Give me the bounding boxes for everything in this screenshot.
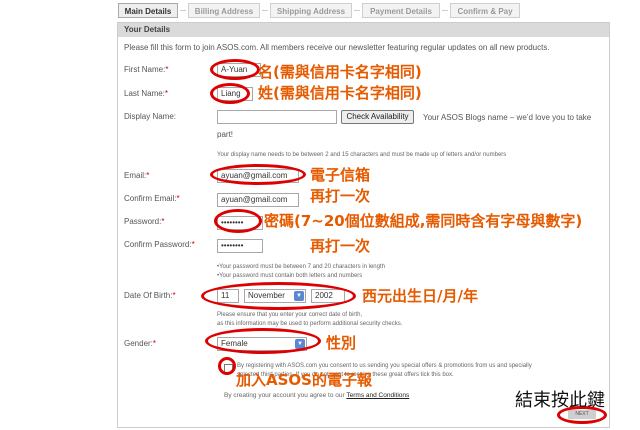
confirm-email-input[interactable]: ayuan@gmail.com xyxy=(217,193,299,207)
tab-shipping-address[interactable]: Shipping Address xyxy=(270,3,352,18)
dob-label: Date Of Birth:* xyxy=(124,291,176,300)
check-availability-button[interactable]: Check Availability xyxy=(341,110,414,124)
tab-separator xyxy=(354,10,360,11)
first-name-label: First Name:* xyxy=(124,65,169,74)
last-name-label: Last Name:* xyxy=(124,89,169,98)
annotation-confirm-email: 再打一次 xyxy=(310,187,371,205)
annotation-newsletter: 加入ASOS的電子報 xyxy=(236,371,372,389)
display-name-hint: Your display name needs to be between 2 … xyxy=(217,152,507,158)
tab-main-details[interactable]: Main Details xyxy=(118,3,178,18)
password-hint-chars: •Your password must contain both letters… xyxy=(217,273,363,279)
annotation-ring-first-name xyxy=(210,59,260,80)
tab-confirm-pay[interactable]: Confirm & Pay xyxy=(450,3,520,18)
annotation-ring-gender xyxy=(205,328,321,354)
terms-text: By creating your account you agree to ou… xyxy=(224,392,410,399)
password-hint-length: •Your password must be between 7 and 20 … xyxy=(217,264,385,270)
panel-title: Your Details xyxy=(118,23,609,37)
password-label: Password:* xyxy=(124,217,165,226)
confirm-email-label: Confirm Email:* xyxy=(124,194,180,203)
tab-separator xyxy=(262,10,268,11)
annotation-ring-email xyxy=(210,164,306,185)
annotation-last-name: 姓(需與信用卡名字相同) xyxy=(258,84,422,102)
tab-separator xyxy=(180,10,186,11)
display-name-input[interactable] xyxy=(217,110,337,124)
display-name-note: Your ASOS Blogs name – we’d love you to … xyxy=(423,113,592,122)
dob-hint-1: Please ensure that you enter your correc… xyxy=(217,312,363,318)
annotation-ring-last-name xyxy=(210,83,250,104)
annotation-confirm-password: 再打一次 xyxy=(310,237,371,255)
tab-payment-details[interactable]: Payment Details xyxy=(362,3,440,18)
gender-label: Gender:* xyxy=(124,339,157,348)
confirm-password-label: Confirm Password:* xyxy=(124,240,195,249)
annotation-first-name: 名(需與信用卡名字相同) xyxy=(258,63,422,81)
terms-link[interactable]: Terms and Conditions xyxy=(346,392,409,399)
intro-text: Please fill this form to join ASOS.com. … xyxy=(124,43,550,52)
annotation-ring-dob xyxy=(201,282,356,310)
annotation-finish: 結束按此鍵 xyxy=(515,390,605,411)
annotation-email: 電子信箱 xyxy=(310,166,371,184)
confirm-password-input[interactable]: •••••••• xyxy=(217,239,263,253)
annotation-ring-newsletter xyxy=(218,357,236,375)
display-name-label: Display Name: xyxy=(124,112,177,121)
annotation-gender: 性別 xyxy=(326,334,357,352)
annotation-password: 密碼(7~20個位數組成,需同時含有字母與數字) xyxy=(264,212,583,230)
email-label: Email:* xyxy=(124,171,150,180)
tab-separator xyxy=(442,10,448,11)
display-name-note-2: part! xyxy=(217,130,234,139)
dob-hint-2: as this information may be used to perfo… xyxy=(217,321,403,327)
annotation-ring-password xyxy=(214,209,262,233)
tab-billing-address[interactable]: Billing Address xyxy=(188,3,260,18)
annotation-dob: 西元出生日/月/年 xyxy=(362,287,478,305)
